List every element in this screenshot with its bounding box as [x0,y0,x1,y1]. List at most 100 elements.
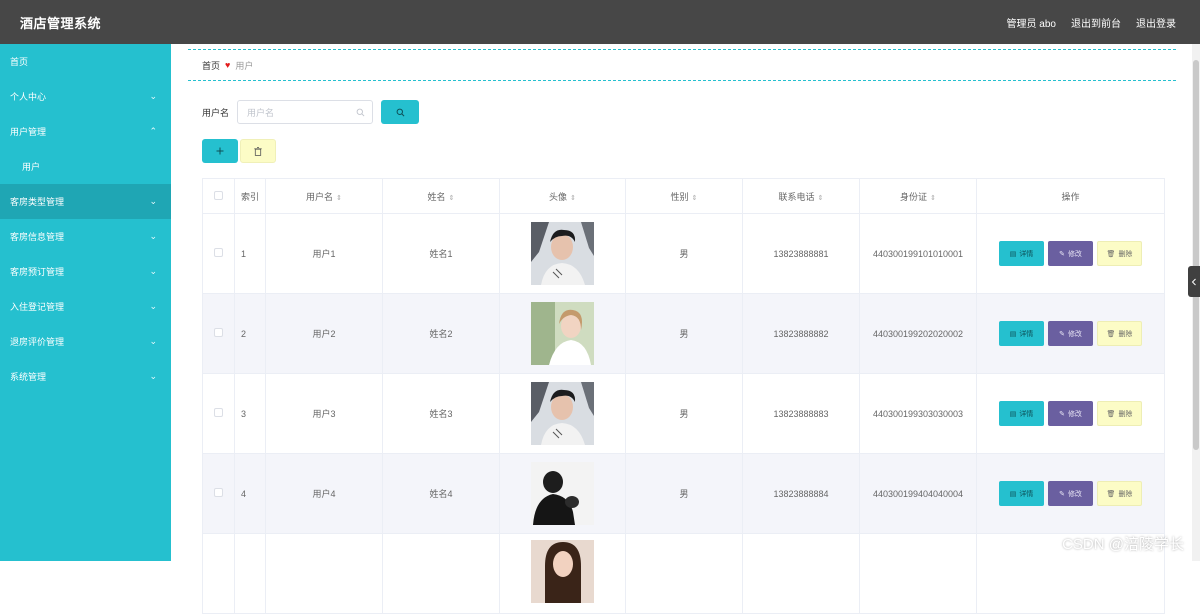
main-content: 首页 ♥ 用户 用户名 用户名 索引 用户名 ⇕ 姓名 ⇕ 头像 ⇕ 性别 ⇕ … [188,44,1176,614]
row-gender: 男 [625,373,743,454]
logout-link[interactable]: 退出登录 [1136,15,1176,30]
breadcrumb-home[interactable]: 首页 [202,59,220,72]
search-icon [396,108,404,116]
sidebar-item-checkout-reviews[interactable]: 退房评价管理 ⌄ [0,324,171,359]
sidebar-item-checkin[interactable]: 入住登记管理 ⌄ [0,289,171,324]
row-phone: 13823888881 [742,213,860,294]
delete-button[interactable]: 🗑 删除 [1097,481,1142,506]
batch-delete-button[interactable] [240,139,276,163]
column-header-index: 索引 [234,178,266,214]
sidebar-item-room-info[interactable]: 客房信息管理 ⌄ [0,219,171,254]
row-name [382,533,500,614]
sidebar-item-label: 系统管理 [10,372,47,382]
scrollbar-thumb[interactable] [1193,60,1199,450]
row-index: 3 [234,373,266,454]
row-index: 4 [234,453,266,534]
sidebar: 首页 个人中心 ⌄ 用户管理 ⌃ 用户 客房类型管理 ⌄ 客房信息管理 ⌄ 客房… [0,44,171,561]
row-name: 姓名4 [382,453,500,534]
sidebar-item-label: 退房评价管理 [10,337,65,347]
row-actions: ▤ 详情 ✎ 修改 🗑 删除 [976,293,1165,374]
sort-icon: ⇕ [817,194,824,202]
header-actions: 管理员 abo 退出到前台 退出登录 [1007,15,1176,30]
edit-button[interactable]: ✎ 修改 [1048,401,1093,426]
column-header-id-card[interactable]: 身份证 ⇕ [859,178,977,214]
row-checkbox[interactable] [202,293,235,374]
detail-button[interactable]: ▤ 详情 [999,241,1044,266]
chevron-up-icon: ⌃ [149,126,157,136]
search-form: 用户名 用户名 [202,100,420,124]
sidebar-item-home[interactable]: 首页 [0,44,171,79]
admin-label: 管理员 abo [1006,18,1056,30]
detail-button[interactable]: ▤ 详情 [999,401,1044,426]
table-row: 2 用户2 姓名2 男 13823888882 4403001992020200… [202,293,1165,374]
table-row: 4 用户4 姓名4 男 13823888884 4403001994040400… [202,453,1165,534]
column-header-username[interactable]: 用户名 ⇕ [265,178,383,214]
chevron-down-icon: ⌄ [149,196,157,206]
search-icon [356,108,365,116]
row-avatar-cell [499,293,626,374]
detail-button[interactable]: ▤ 详情 [999,481,1044,506]
row-avatar-cell [499,453,626,534]
trash-icon [254,146,262,156]
add-button[interactable] [202,139,238,163]
edit-button[interactable]: ✎ 修改 [1048,321,1093,346]
row-avatar-cell [499,213,626,294]
sidebar-item-room-types[interactable]: 客房类型管理 ⌄ [0,184,171,219]
row-index [234,533,266,614]
chevron-down-icon: ⌄ [149,266,157,276]
search-button[interactable] [381,100,420,124]
row-index: 2 [234,293,266,374]
trash-icon: 🗑 [1106,410,1116,418]
pencil-icon: ✎ [1059,330,1065,338]
pencil-icon: ✎ [1059,250,1065,258]
edit-button[interactable]: ✎ 修改 [1048,481,1093,506]
column-header-phone[interactable]: 联系电话 ⇕ [742,178,860,214]
collapse-tab[interactable] [1188,266,1200,297]
table-row: 3 用户3 姓名3 男 13823888883 4403001993030300… [202,373,1165,454]
table-row: 1 用户1 姓名1 男 13823888881 4403001991010100… [202,213,1165,294]
row-username: 用户1 [265,213,383,294]
row-checkbox[interactable] [202,453,235,534]
front-link[interactable]: 退出到前台 [1071,15,1121,30]
row-gender: 男 [625,453,743,534]
row-checkbox[interactable] [202,533,235,614]
sort-icon: ⇕ [930,194,936,202]
row-phone: 13823888883 [742,373,860,454]
sidebar-item-system[interactable]: 系统管理 ⌄ [0,359,171,394]
document-icon: ▤ [1009,490,1017,498]
edit-button[interactable]: ✎ 修改 [1048,241,1093,266]
avatar [531,222,594,285]
sidebar-item-reservations[interactable]: 客房预订管理 ⌄ [0,254,171,289]
row-id-card: 440300199202020002 [859,293,977,374]
sidebar-item-label: 客房类型管理 [10,197,65,207]
chevron-left-icon [1191,278,1196,285]
row-gender: 男 [625,293,743,374]
delete-button[interactable]: 🗑 删除 [1097,241,1142,266]
sidebar-item-users[interactable]: 用户 [0,149,171,184]
sidebar-item-user-management[interactable]: 用户管理 ⌃ [0,114,171,149]
column-header-gender[interactable]: 性别 ⇕ [625,178,743,214]
delete-button[interactable]: 🗑 删除 [1097,321,1142,346]
vertical-scrollbar[interactable] [1192,44,1200,561]
table-row [202,533,1165,614]
sidebar-item-profile[interactable]: 个人中心 ⌄ [0,79,171,114]
sidebar-item-label: 用户管理 [10,127,47,137]
detail-button[interactable]: ▤ 详情 [999,321,1044,346]
trash-icon: 🗑 [1106,330,1116,338]
row-checkbox[interactable] [202,373,235,454]
row-checkbox[interactable] [202,213,235,294]
delete-button[interactable]: 🗑 删除 [1097,401,1142,426]
plus-icon [216,147,224,155]
column-header-avatar[interactable]: 头像 ⇕ [499,178,626,214]
column-header-name[interactable]: 姓名 ⇕ [382,178,500,214]
row-gender: 男 [625,213,743,294]
heart-icon: ♥ [225,60,231,70]
row-id-card: 440300199101010001 [859,213,977,294]
avatar [531,540,594,603]
row-username: 用户2 [265,293,383,374]
chevron-down-icon: ⌄ [149,371,157,381]
search-input[interactable]: 用户名 [237,100,374,124]
breadcrumb: 首页 ♥ 用户 [188,49,1176,81]
select-all-checkbox[interactable] [202,178,235,214]
row-username: 用户4 [265,453,383,534]
